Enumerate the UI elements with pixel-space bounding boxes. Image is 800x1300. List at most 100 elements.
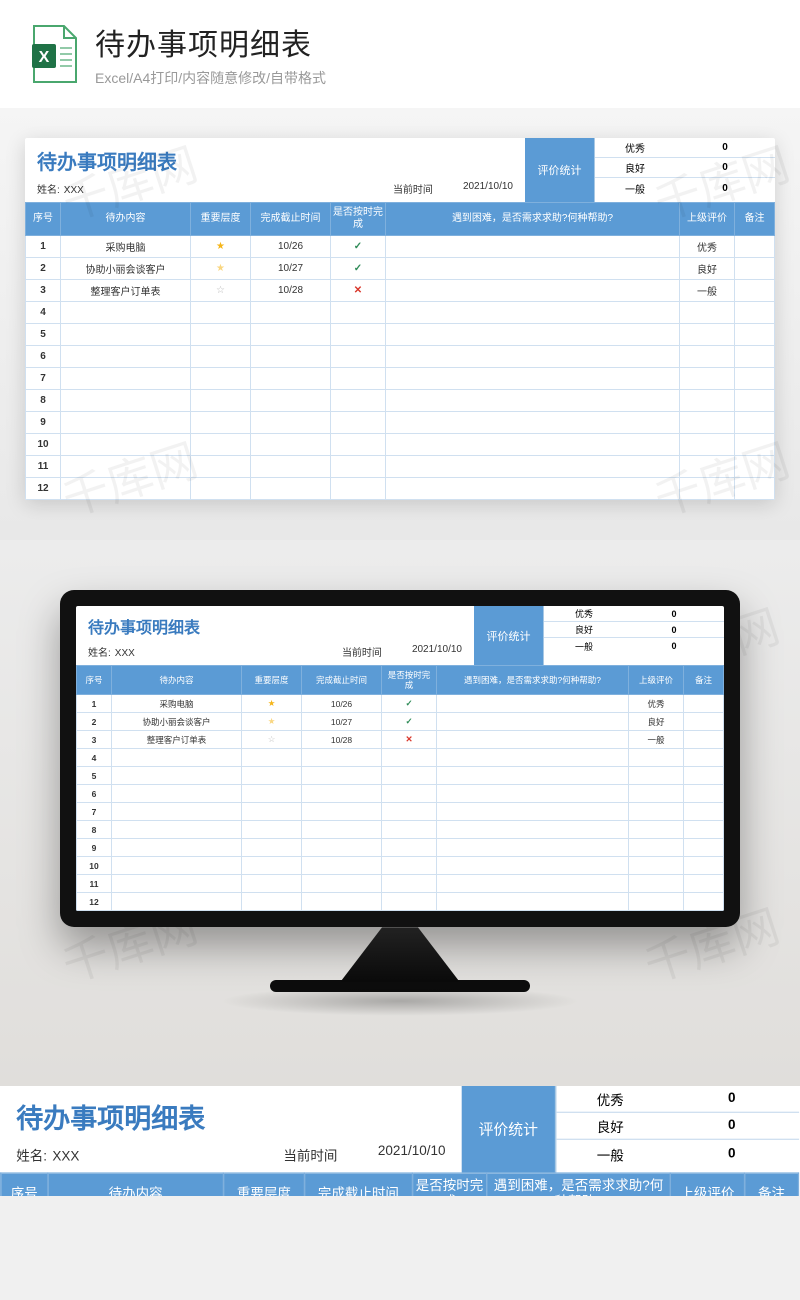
cell-remark[interactable] bbox=[735, 390, 775, 412]
cell-content[interactable] bbox=[61, 412, 191, 434]
cell-seq[interactable]: 8 bbox=[26, 390, 61, 412]
name-value[interactable]: XXX bbox=[64, 185, 84, 196]
cell-rating[interactable] bbox=[680, 324, 735, 346]
cell-help[interactable] bbox=[386, 390, 680, 412]
cell-content[interactable] bbox=[112, 857, 242, 875]
cell-content[interactable] bbox=[61, 302, 191, 324]
cell-importance[interactable] bbox=[191, 324, 251, 346]
cell-importance[interactable] bbox=[191, 478, 251, 500]
cell-rating[interactable]: 一般 bbox=[680, 280, 735, 302]
table-row[interactable]: 5 bbox=[77, 767, 724, 785]
cell-importance[interactable] bbox=[242, 893, 302, 911]
table-row[interactable]: 7 bbox=[26, 368, 775, 390]
cell-importance[interactable] bbox=[242, 839, 302, 857]
time-value[interactable]: 2021/10/10 bbox=[412, 644, 462, 659]
cell-remark[interactable] bbox=[684, 767, 724, 785]
cell-rating[interactable] bbox=[680, 368, 735, 390]
cell-help[interactable] bbox=[437, 893, 629, 911]
cell-ontime[interactable] bbox=[382, 875, 437, 893]
cell-rating[interactable] bbox=[629, 749, 684, 767]
cell-rating[interactable] bbox=[680, 302, 735, 324]
cell-ontime[interactable] bbox=[382, 785, 437, 803]
cell-content[interactable]: 协助小丽会谈客户 bbox=[112, 713, 242, 731]
cell-help[interactable] bbox=[437, 839, 629, 857]
cell-remark[interactable] bbox=[684, 893, 724, 911]
cell-help[interactable] bbox=[437, 731, 629, 749]
cell-ontime[interactable] bbox=[382, 857, 437, 875]
cell-remark[interactable] bbox=[735, 236, 775, 258]
cell-help[interactable] bbox=[386, 236, 680, 258]
cell-deadline[interactable]: 10/27 bbox=[251, 258, 331, 280]
table-row[interactable]: 12 bbox=[77, 893, 724, 911]
cell-rating[interactable]: 优秀 bbox=[629, 695, 684, 713]
cell-rating[interactable]: 良好 bbox=[629, 713, 684, 731]
cell-deadline[interactable] bbox=[251, 478, 331, 500]
cell-seq[interactable]: 6 bbox=[26, 346, 61, 368]
cell-importance[interactable]: ★ bbox=[242, 695, 302, 713]
cell-importance[interactable]: ★ bbox=[242, 713, 302, 731]
cell-deadline[interactable] bbox=[302, 803, 382, 821]
cell-help[interactable] bbox=[386, 456, 680, 478]
cell-rating[interactable]: 优秀 bbox=[680, 236, 735, 258]
cell-content[interactable] bbox=[61, 390, 191, 412]
cell-rating[interactable] bbox=[680, 456, 735, 478]
cell-content[interactable] bbox=[61, 324, 191, 346]
cell-remark[interactable] bbox=[684, 713, 724, 731]
cell-ontime[interactable] bbox=[382, 839, 437, 857]
cell-rating[interactable] bbox=[680, 346, 735, 368]
cell-remark[interactable] bbox=[684, 821, 724, 839]
cell-ontime[interactable] bbox=[382, 821, 437, 839]
table-row[interactable]: 1 采购电脑 ★ 10/26 ✓ 优秀 bbox=[26, 236, 775, 258]
cell-remark[interactable] bbox=[735, 302, 775, 324]
cell-importance[interactable] bbox=[242, 821, 302, 839]
cell-importance[interactable] bbox=[191, 346, 251, 368]
cell-deadline[interactable]: 10/28 bbox=[251, 280, 331, 302]
cell-content[interactable]: 采购电脑 bbox=[112, 695, 242, 713]
cell-importance[interactable] bbox=[191, 302, 251, 324]
cell-help[interactable] bbox=[386, 346, 680, 368]
cell-importance[interactable] bbox=[242, 857, 302, 875]
cell-content[interactable] bbox=[112, 767, 242, 785]
time-value[interactable]: 2021/10/10 bbox=[463, 181, 513, 196]
cell-deadline[interactable]: 10/26 bbox=[251, 236, 331, 258]
table-row[interactable]: 4 bbox=[26, 302, 775, 324]
cell-rating[interactable] bbox=[629, 893, 684, 911]
table-row[interactable]: 8 bbox=[77, 821, 724, 839]
cell-help[interactable] bbox=[386, 324, 680, 346]
cell-remark[interactable] bbox=[684, 749, 724, 767]
cell-deadline[interactable] bbox=[302, 875, 382, 893]
cell-deadline[interactable] bbox=[251, 346, 331, 368]
cell-ontime[interactable]: ✓ bbox=[331, 236, 386, 258]
cell-seq[interactable]: 10 bbox=[77, 857, 112, 875]
cell-help[interactable] bbox=[437, 695, 629, 713]
cell-seq[interactable]: 5 bbox=[26, 324, 61, 346]
cell-ontime[interactable] bbox=[331, 346, 386, 368]
cell-help[interactable] bbox=[386, 412, 680, 434]
cell-ontime[interactable]: ✓ bbox=[331, 258, 386, 280]
table-row[interactable]: 9 bbox=[26, 412, 775, 434]
cell-seq[interactable]: 3 bbox=[26, 280, 61, 302]
cell-seq[interactable]: 7 bbox=[26, 368, 61, 390]
cell-rating[interactable] bbox=[680, 390, 735, 412]
table-row[interactable]: 10 bbox=[77, 857, 724, 875]
cell-remark[interactable] bbox=[735, 434, 775, 456]
cell-remark[interactable] bbox=[735, 368, 775, 390]
cell-rating[interactable] bbox=[629, 767, 684, 785]
cell-remark[interactable] bbox=[735, 478, 775, 500]
cell-content[interactable] bbox=[112, 749, 242, 767]
cell-importance[interactable] bbox=[191, 412, 251, 434]
cell-ontime[interactable]: ✓ bbox=[382, 695, 437, 713]
cell-remark[interactable] bbox=[684, 803, 724, 821]
cell-importance[interactable] bbox=[191, 390, 251, 412]
cell-content[interactable] bbox=[61, 456, 191, 478]
cell-importance[interactable]: ★ bbox=[191, 258, 251, 280]
cell-help[interactable] bbox=[386, 302, 680, 324]
cell-ontime[interactable]: ✕ bbox=[382, 731, 437, 749]
cell-ontime[interactable] bbox=[331, 478, 386, 500]
cell-help[interactable] bbox=[437, 767, 629, 785]
cell-rating[interactable] bbox=[629, 803, 684, 821]
table-row[interactable]: 6 bbox=[77, 785, 724, 803]
cell-seq[interactable]: 2 bbox=[77, 713, 112, 731]
table-row[interactable]: 5 bbox=[26, 324, 775, 346]
time-value[interactable]: 2021/10/10 bbox=[378, 1144, 446, 1164]
